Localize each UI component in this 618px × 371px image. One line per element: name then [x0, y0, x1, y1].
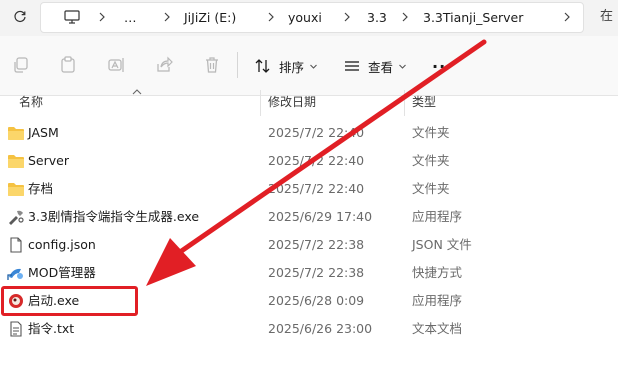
- file-row[interactable]: Server 2025/7/2 22:40 文件夹: [0, 147, 618, 175]
- column-divider[interactable]: [260, 90, 261, 116]
- app-exe-icon: [9, 210, 24, 225]
- file-type: JSON 文件: [412, 237, 472, 252]
- column-divider[interactable]: [404, 90, 405, 116]
- file-date: 2025/6/26 23:00: [268, 321, 373, 336]
- chevron-down-icon: [399, 64, 406, 69]
- column-date-modified[interactable]: 修改日期: [268, 88, 316, 116]
- file-name: Server: [28, 153, 69, 168]
- rename-icon: [108, 58, 124, 72]
- chevron-right-icon[interactable]: [561, 11, 573, 23]
- refresh-button[interactable]: [6, 3, 34, 31]
- sort-ascending-icon: [132, 89, 142, 95]
- file-type: 文本文档: [412, 321, 463, 336]
- file-name: config.json: [28, 237, 96, 252]
- breadcrumb-youxi[interactable]: youxi: [288, 3, 322, 32]
- file-date: 2025/7/2 22:40: [268, 153, 365, 168]
- paste-icon: [61, 56, 75, 73]
- file-type: 文件夹: [412, 181, 450, 196]
- copy-icon: [14, 57, 28, 73]
- refresh-icon: [14, 10, 26, 23]
- file-date: 2025/7/2 22:40: [268, 181, 365, 196]
- chevron-right-icon: [268, 12, 274, 22]
- search-box[interactable]: 在: [600, 0, 613, 34]
- file-type: 应用程序: [412, 293, 463, 308]
- breadcrumb-current-folder[interactable]: 3.3Tianji_Server: [423, 3, 523, 32]
- file-row[interactable]: 3.3剧情指令端指令生成器.exe 2025/6/29 17:40 应用程序: [0, 203, 618, 231]
- copy-button[interactable]: [9, 53, 33, 77]
- file-name: 存档: [28, 181, 54, 196]
- file-name: 指令.txt: [28, 321, 75, 336]
- breadcrumb-3-3[interactable]: 3.3: [367, 3, 387, 32]
- file-date: 2025/7/2 22:40: [268, 125, 365, 140]
- folder-icon: [8, 127, 24, 140]
- file-type: 文件夹: [412, 125, 450, 140]
- file-row[interactable]: MOD管理器 2025/7/2 22:38 快捷方式: [0, 259, 618, 287]
- file-row[interactable]: 指令.txt 2025/6/26 23:00 文本文档: [0, 315, 618, 343]
- see-more-button[interactable]: ···: [432, 52, 453, 80]
- sort-button[interactable]: 排序: [254, 52, 318, 80]
- chevron-right-icon: [402, 12, 408, 22]
- delete-button[interactable]: [200, 53, 224, 77]
- column-header: 名称 修改日期 类型: [0, 88, 618, 116]
- breadcrumb-drive[interactable]: JiJiZi (E:): [184, 3, 236, 32]
- sort-label: 排序: [279, 59, 305, 75]
- share-icon: [157, 56, 173, 72]
- file-name: MOD管理器: [28, 265, 96, 280]
- share-button[interactable]: [152, 53, 176, 77]
- file-row[interactable]: config.json 2025/7/2 22:38 JSON 文件: [0, 231, 618, 259]
- paste-button[interactable]: [56, 53, 80, 77]
- annotation-highlight-box: [1, 286, 138, 316]
- file-type: 文件夹: [412, 153, 450, 168]
- command-bar: 排序 查看 ···: [0, 36, 618, 96]
- json-file-icon: [10, 237, 22, 253]
- chevron-right-icon: [344, 12, 350, 22]
- column-type[interactable]: 类型: [412, 88, 436, 116]
- file-date: 2025/6/29 17:40: [268, 209, 373, 224]
- chevron-right-icon: [99, 12, 105, 22]
- sort-icon: [255, 59, 270, 73]
- view-label: 查看: [368, 59, 394, 75]
- breadcrumb-overflow[interactable]: …: [124, 3, 138, 32]
- rename-button[interactable]: [104, 53, 128, 77]
- chevron-down-icon: [310, 64, 317, 69]
- file-type: 快捷方式: [412, 265, 463, 280]
- file-type: 应用程序: [412, 209, 463, 224]
- file-date: 2025/7/2 22:38: [268, 237, 365, 252]
- view-button[interactable]: 查看: [343, 52, 407, 80]
- delete-icon: [206, 57, 218, 73]
- folder-icon: [8, 183, 24, 196]
- chevron-right-icon: [164, 12, 170, 22]
- view-icon: [345, 61, 359, 71]
- file-date: 2025/7/2 22:38: [268, 265, 365, 280]
- file-row[interactable]: JASM 2025/7/2 22:40 文件夹: [0, 119, 618, 147]
- file-row[interactable]: 存档 2025/7/2 22:40 文件夹: [0, 175, 618, 203]
- file-date: 2025/6/28 0:09: [268, 293, 365, 308]
- column-name[interactable]: 名称: [19, 88, 43, 116]
- address-bar-row: … JiJiZi (E:) youxi 3.3 3.3Tianji_Server…: [0, 0, 618, 36]
- file-name: JASM: [28, 125, 59, 140]
- text-file-icon: [10, 321, 22, 337]
- file-name: 3.3剧情指令端指令生成器.exe: [28, 209, 200, 224]
- more-options-icon: ···: [432, 56, 454, 76]
- address-box[interactable]: … JiJiZi (E:) youxi 3.3 3.3Tianji_Server: [40, 2, 584, 33]
- this-pc-icon: [64, 10, 80, 24]
- toolbar-separator: [237, 52, 238, 78]
- shortcut-icon: [7, 268, 23, 280]
- folder-icon: [8, 155, 24, 168]
